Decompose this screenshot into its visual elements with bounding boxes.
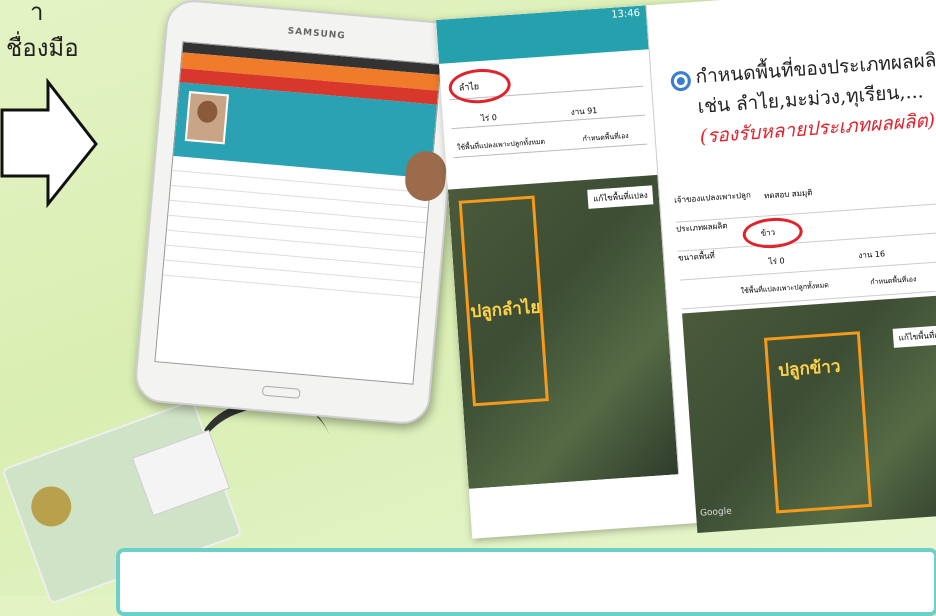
size-label: ขนาดพื้นที่ — [677, 251, 716, 263]
crop-form: เจ้าของแปลงเพาะปลูก ทดสอบ สมมุติ ประเภทผ… — [673, 174, 936, 534]
home-button[interactable] — [261, 385, 301, 399]
option-label: ใช้พื้นที่แปลงเพาะปลูกทั้งหมด — [740, 281, 830, 296]
plot-label: ปลูกข้าว — [777, 356, 842, 381]
description: กำหนดพื้นที่ของประเภทผลผลิต เช่น ลำไย,มะ… — [695, 42, 936, 152]
option-selected: กำหนดพื้นที่เอง — [870, 275, 917, 287]
app-header: 13:46 — [436, 5, 649, 64]
bottom-text-box — [116, 548, 936, 616]
tablet-brand: SAMSUNG — [287, 26, 347, 42]
rai-label: ไร่ 0 — [480, 113, 498, 124]
tablet: SAMSUNG — [132, 0, 464, 427]
highlight-circle — [447, 66, 512, 106]
owner-label: เจ้าของแปลงเพาะปลูก — [673, 190, 752, 205]
avatar — [184, 91, 229, 145]
type-label: ประเภทผลผลิต — [675, 221, 728, 234]
target-icon — [670, 70, 692, 92]
rai-value: ไร่ 0 — [768, 256, 785, 267]
thumb — [403, 149, 448, 203]
owner-value: ทดสอบ สมมุติ — [763, 188, 813, 201]
app-screen: 13:46 ลำไย ไร่ 0 งาน 91 ใช้พื้นที่แปลงเพ… — [436, 5, 680, 489]
edit-plot-button[interactable]: แก้ไขพื้นที่แปลง — [893, 324, 936, 348]
right-arrow-icon — [0, 78, 98, 208]
satellite-map[interactable]: ปลูกลำไย แก้ไขพื้นที่แปลง — [447, 174, 679, 489]
status-time: 13:46 — [610, 7, 641, 21]
option-label: ใช้พื้นที่แปลงเพาะปลูกทั้งหมด — [456, 137, 546, 152]
product-type-field[interactable]: ลำไย — [447, 55, 644, 106]
google-label: Google — [699, 506, 733, 519]
option-selected: กำหนดพื้นที่เอง — [582, 131, 629, 144]
edit-plot-button[interactable]: แก้ไขพื้นที่แปลง — [587, 185, 654, 209]
tablet-screen — [154, 41, 442, 385]
app-screenshot: 13:46 ลำไย ไร่ 0 งาน 91 ใช้พื้นที่แปลงเพ… — [436, 0, 936, 539]
caption-line-2: ชื่องมือ — [6, 34, 79, 62]
plot-label: ปลูกลำไย — [469, 297, 541, 323]
satellite-map[interactable]: ปลูกข้าว แก้ไขพื้นที่แปลง Google — [682, 294, 936, 534]
caption-line-1: า — [30, 0, 44, 26]
ngan-label: งาน 91 — [570, 105, 598, 117]
ngan-value: งาน 16 — [858, 249, 886, 261]
